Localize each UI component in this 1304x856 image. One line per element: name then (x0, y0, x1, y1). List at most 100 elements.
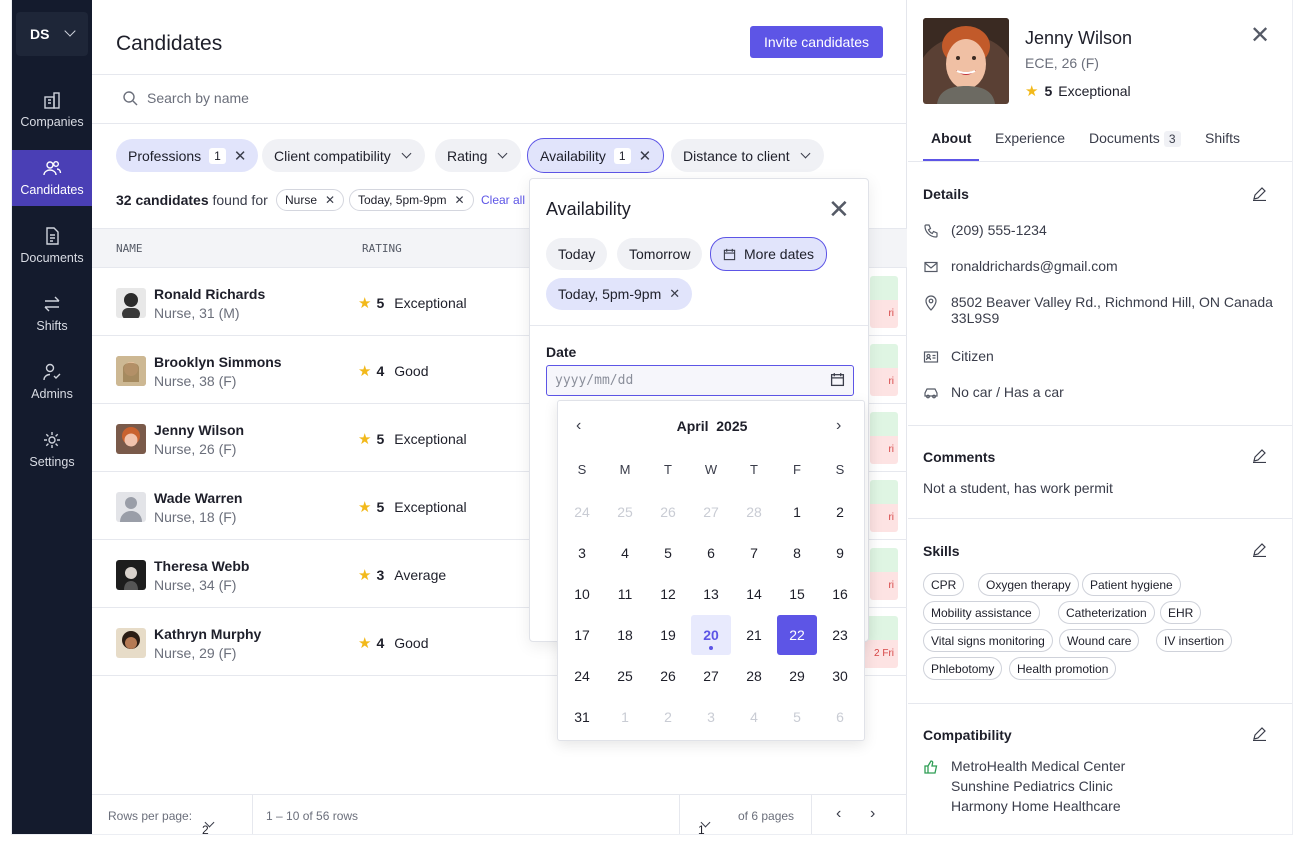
close-icon[interactable]: ✕ (325, 193, 335, 207)
star-icon: ★ (358, 431, 372, 448)
sidebar-item-candidates[interactable]: Candidates (12, 150, 92, 206)
calendar-day[interactable]: 29 (777, 656, 817, 696)
invite-candidates-button[interactable]: Invite candidates (750, 26, 883, 58)
calendar-day[interactable]: 21 (734, 615, 774, 655)
weekday-header: M (619, 462, 631, 477)
edit-pencil-icon[interactable] (1252, 726, 1267, 741)
next-month-button[interactable]: › (836, 417, 841, 435)
filter-availability[interactable]: Availability 1 ✕ (527, 138, 665, 173)
close-icon[interactable]: ✕ (669, 286, 680, 302)
calendar-day[interactable]: 30 (820, 656, 860, 696)
star-icon: ★ (358, 295, 372, 312)
edit-pencil-icon[interactable] (1252, 448, 1267, 463)
rating-label: Exceptional (1058, 83, 1131, 99)
prev-page-button[interactable]: ‹ (836, 805, 841, 823)
column-header-name[interactable]: NAME (116, 242, 143, 255)
divider (92, 74, 907, 75)
rating-label: Exceptional (394, 431, 467, 447)
calendar-day[interactable]: 17 (562, 615, 602, 655)
sidebar-item-documents[interactable]: Documents (12, 218, 92, 274)
pagination-bar: Rows per page: 2 1 – 10 of 56 rows 1 of … (92, 794, 907, 834)
calendar-day[interactable]: 28 (734, 492, 774, 532)
calendar-icon[interactable] (830, 372, 845, 387)
calendar-day[interactable]: 9 (820, 533, 860, 573)
calendar-day[interactable]: 6 (691, 533, 731, 573)
sidebar-item-settings[interactable]: Settings (12, 422, 92, 478)
close-icon[interactable]: ✕ (639, 147, 652, 165)
car-value: No car / Has a car (951, 384, 1064, 400)
calendar-day[interactable]: 4 (605, 533, 645, 573)
date-input[interactable]: yyyy/mm/dd (546, 365, 854, 396)
rating-value: 5 (376, 499, 385, 515)
filter-distance-to-client[interactable]: Distance to client (671, 139, 824, 172)
calendar-day[interactable]: 2 (820, 492, 860, 532)
calendar-day[interactable]: 31 (562, 697, 602, 737)
calendar-day[interactable]: 26 (648, 656, 688, 696)
calendar-day[interactable]: 5 (777, 697, 817, 737)
close-icon[interactable]: ✕ (828, 196, 850, 222)
close-panel-button[interactable]: ✕ (1250, 24, 1270, 48)
calendar-day[interactable]: 16 (820, 574, 860, 614)
month-year-label: April 2025 (558, 418, 866, 434)
quick-date-tomorrow[interactable]: Tomorrow (617, 238, 703, 270)
calendar-day[interactable]: 28 (734, 656, 774, 696)
next-page-button[interactable]: › (870, 805, 875, 823)
calendar-day[interactable]: 15 (777, 574, 817, 614)
calendar-day[interactable]: 3 (562, 533, 602, 573)
calendar-day[interactable]: 14 (734, 574, 774, 614)
calendar-day[interactable]: 20 (691, 615, 731, 655)
tab-shifts[interactable]: Shifts (1205, 130, 1240, 146)
tab-about[interactable]: About (931, 130, 971, 146)
calendar-day[interactable]: 3 (691, 697, 731, 737)
filter-rating[interactable]: Rating (435, 139, 522, 172)
calendar-day[interactable]: 24 (562, 656, 602, 696)
sidebar-item-companies[interactable]: Companies (12, 82, 92, 138)
calendar-day[interactable]: 8 (777, 533, 817, 573)
calendar-day[interactable]: 24 (562, 492, 602, 532)
avatar-photo (116, 628, 146, 658)
calendar-day[interactable]: 10 (562, 574, 602, 614)
filter-professions[interactable]: Professions 1 ✕ (116, 139, 259, 172)
calendar-day[interactable]: 2 (648, 697, 688, 737)
sidebar-item-admins[interactable]: Admins (12, 354, 92, 410)
edit-pencil-icon[interactable] (1252, 186, 1267, 201)
calendar-day[interactable]: 4 (734, 697, 774, 737)
quick-date-today[interactable]: Today (546, 238, 608, 270)
calendar-day[interactable]: 25 (605, 656, 645, 696)
tab-experience[interactable]: Experience (995, 130, 1065, 146)
calendar-day[interactable]: 6 (820, 697, 860, 737)
calendar-day[interactable]: 27 (691, 492, 731, 532)
calendar-day[interactable]: 26 (648, 492, 688, 532)
sidebar-item-shifts[interactable]: Shifts (12, 286, 92, 342)
column-header-rating[interactable]: RATING (362, 242, 402, 255)
more-dates-button[interactable]: More dates (710, 237, 828, 271)
profile-photo-image (923, 18, 1009, 104)
calendar-day[interactable]: 7 (734, 533, 774, 573)
close-icon[interactable]: ✕ (454, 193, 464, 207)
calendar-day[interactable]: 11 (605, 574, 645, 614)
close-icon[interactable]: ✕ (234, 147, 247, 165)
clear-all-link[interactable]: Clear all (481, 193, 525, 207)
selected-time-chip[interactable]: Today, 5pm-9pm ✕ (546, 278, 693, 310)
calendar-day[interactable]: 19 (648, 615, 688, 655)
org-switcher[interactable]: DS (16, 12, 88, 56)
date-placeholder: yyyy/mm/dd (555, 373, 634, 388)
avatar (116, 560, 146, 590)
calendar-day[interactable]: 22 (777, 615, 817, 655)
calendar-day[interactable]: 1 (777, 492, 817, 532)
calendar-day[interactable]: 1 (605, 697, 645, 737)
calendar-day[interactable]: 18 (605, 615, 645, 655)
calendar-day[interactable]: 12 (648, 574, 688, 614)
calendar-day[interactable]: 23 (820, 615, 860, 655)
calendar-day[interactable]: 13 (691, 574, 731, 614)
avatar (116, 628, 146, 658)
calendar-day[interactable]: 5 (648, 533, 688, 573)
calendar-day[interactable]: 27 (691, 656, 731, 696)
search-input[interactable]: Search by name (122, 90, 249, 106)
star-icon: ★ (358, 635, 372, 652)
calendar-day[interactable]: 25 (605, 492, 645, 532)
candidate-role: Nurse, 29 (F) (154, 645, 237, 661)
filter-client-compatibility[interactable]: Client compatibility (262, 139, 425, 172)
tab-documents[interactable]: Documents 3 (1089, 130, 1181, 147)
edit-pencil-icon[interactable] (1252, 542, 1267, 557)
